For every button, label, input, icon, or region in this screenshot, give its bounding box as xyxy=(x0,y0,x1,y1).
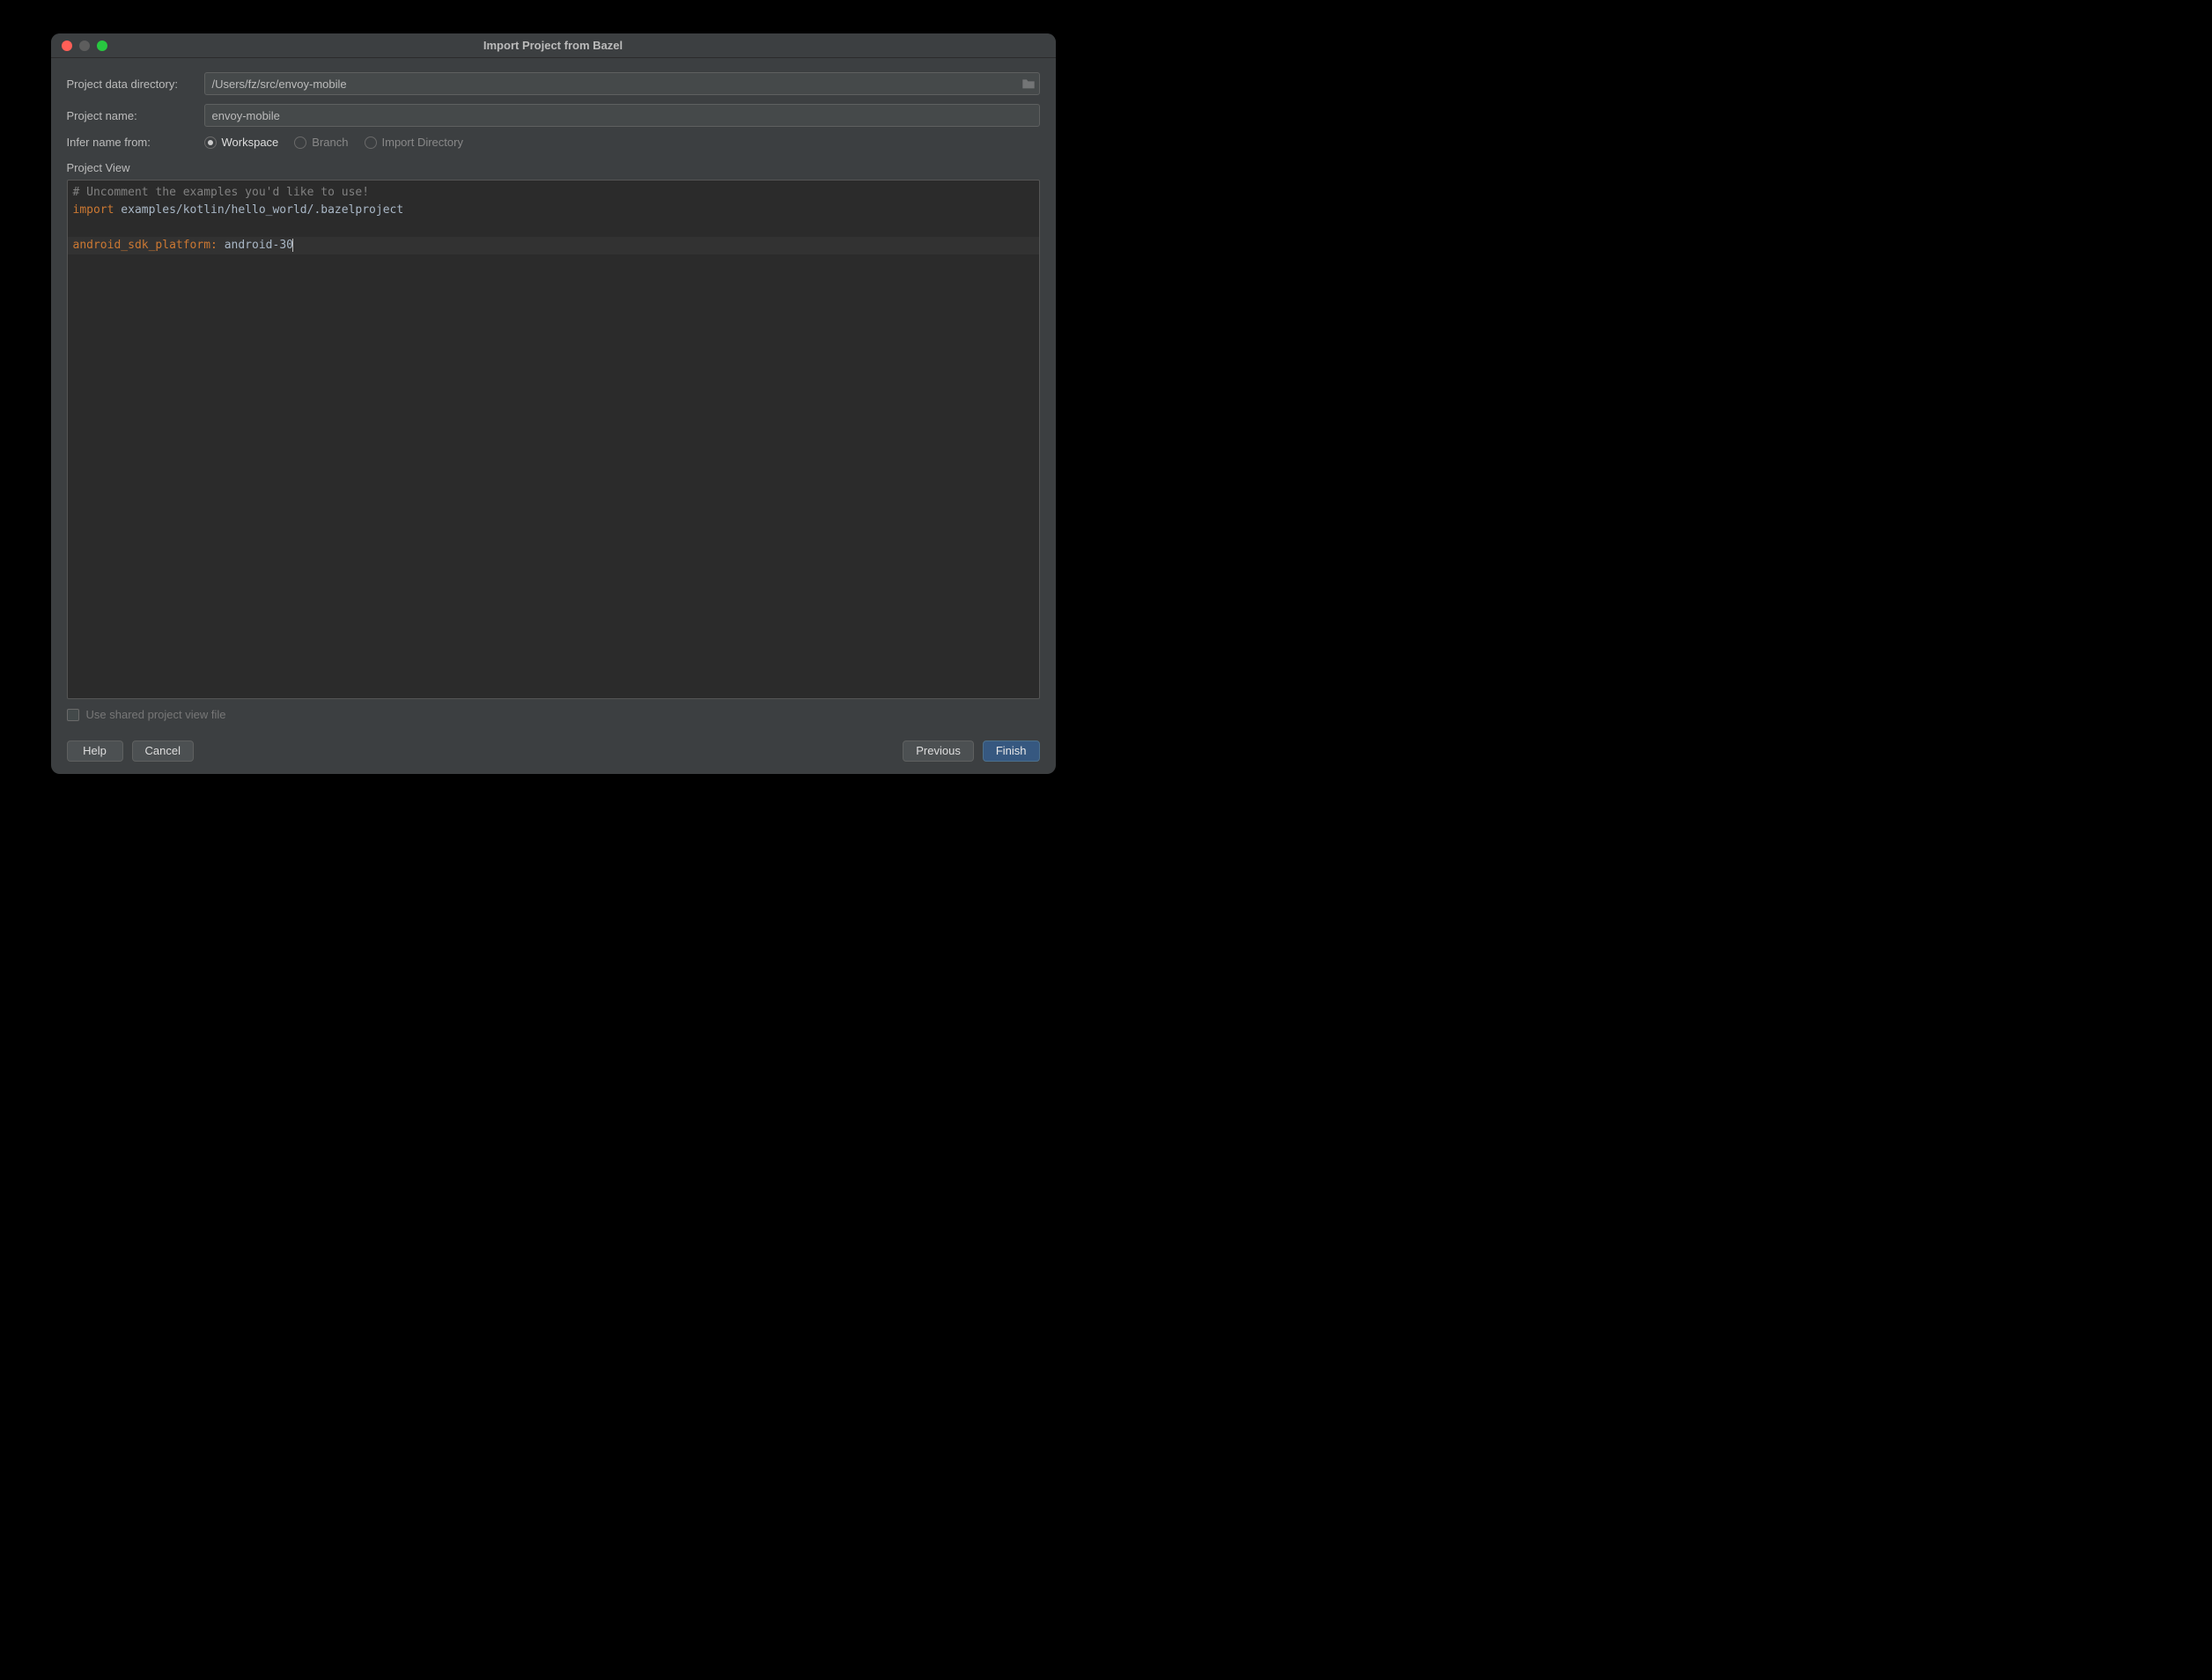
editor-text: examples/kotlin/hello_world/.bazelprojec… xyxy=(114,203,403,217)
label-project-view: Project View xyxy=(67,161,1040,174)
project-view-editor[interactable]: # Uncomment the examples you'd like to u… xyxy=(67,180,1040,699)
radio-icon xyxy=(204,136,217,149)
footer-left: Help Cancel xyxy=(67,741,194,762)
editor-line: import examples/kotlin/hello_world/.baze… xyxy=(68,202,1039,219)
data-directory-field[interactable]: /Users/fz/src/envoy-mobile xyxy=(204,72,1040,95)
editor-text: android-30 xyxy=(218,239,293,252)
dialog-content: Project data directory: /Users/fz/src/en… xyxy=(51,58,1056,732)
radio-branch[interactable]: Branch xyxy=(294,136,348,149)
row-data-directory: Project data directory: /Users/fz/src/en… xyxy=(67,72,1040,95)
radio-workspace-label: Workspace xyxy=(222,136,279,149)
row-project-name: Project name: xyxy=(67,104,1040,127)
maximize-icon[interactable] xyxy=(97,41,107,51)
project-name-field[interactable] xyxy=(204,104,1040,127)
label-data-directory: Project data directory: xyxy=(67,77,204,91)
previous-button[interactable]: Previous xyxy=(903,741,974,762)
row-shared-project-view[interactable]: Use shared project view file xyxy=(67,708,1040,721)
cancel-button[interactable]: Cancel xyxy=(132,741,194,762)
data-directory-value: /Users/fz/src/envoy-mobile xyxy=(212,77,1021,91)
radio-import-directory[interactable]: Import Directory xyxy=(365,136,463,149)
radio-import-dir-label: Import Directory xyxy=(382,136,463,149)
editor-comment: # Uncomment the examples you'd like to u… xyxy=(73,186,370,199)
editor-keyword: import xyxy=(73,203,114,217)
radio-icon xyxy=(365,136,377,149)
titlebar: Import Project from Bazel xyxy=(51,33,1056,58)
radio-workspace[interactable]: Workspace xyxy=(204,136,279,149)
minimize-icon[interactable] xyxy=(79,41,90,51)
label-infer-name: Infer name from: xyxy=(67,136,204,149)
checkbox-icon[interactable] xyxy=(67,709,79,721)
help-button[interactable]: Help xyxy=(67,741,123,762)
window-title: Import Project from Bazel xyxy=(51,39,1056,52)
label-project-name: Project name: xyxy=(67,109,204,122)
window-controls xyxy=(51,41,107,51)
text-caret xyxy=(292,239,293,252)
footer-right: Previous Finish xyxy=(903,741,1039,762)
dialog-window: Import Project from Bazel Project data d… xyxy=(51,33,1056,774)
finish-button[interactable]: Finish xyxy=(983,741,1040,762)
folder-icon[interactable] xyxy=(1021,77,1036,90)
editor-line xyxy=(68,219,1039,237)
radio-icon xyxy=(294,136,306,149)
editor-current-line: android_sdk_platform: android-30 xyxy=(68,237,1039,254)
editor-key: android_sdk_platform: xyxy=(73,239,218,252)
close-icon[interactable] xyxy=(62,41,72,51)
radio-branch-label: Branch xyxy=(312,136,348,149)
row-infer-name: Infer name from: Workspace Branch Import… xyxy=(67,136,1040,149)
infer-radio-group: Workspace Branch Import Directory xyxy=(204,136,463,149)
editor-line: # Uncomment the examples you'd like to u… xyxy=(68,184,1039,202)
shared-project-view-label: Use shared project view file xyxy=(86,708,226,721)
dialog-footer: Help Cancel Previous Finish xyxy=(51,732,1056,774)
